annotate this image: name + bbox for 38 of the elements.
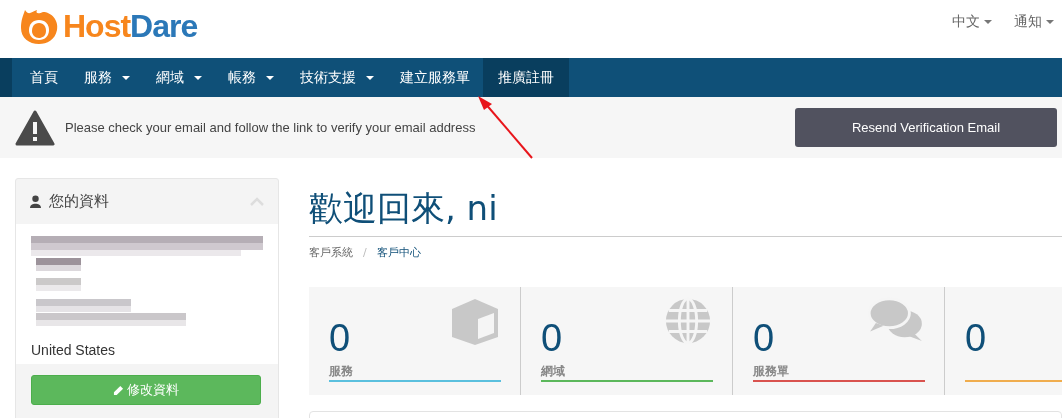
stat-count: 0	[541, 319, 563, 357]
stat-label: 服務單	[753, 363, 790, 380]
box-icon	[450, 297, 500, 347]
stat-label: 網域	[541, 363, 566, 380]
nav-item[interactable]: 服務	[71, 58, 143, 97]
alert-message: Please check your email and follow the link to verify your email address	[65, 120, 477, 135]
breadcrumb-link[interactable]: 客戶系統	[309, 245, 353, 260]
nav-item[interactable]: 帳務	[215, 58, 287, 97]
stat-count: 0	[965, 319, 987, 357]
nav-item[interactable]: 推廣註冊	[483, 58, 569, 97]
dropdown-link[interactable]: 通知	[1014, 13, 1054, 31]
stat-tile[interactable]: 0	[945, 287, 1062, 395]
dropdown-link[interactable]: 中文	[952, 13, 992, 31]
chat-icon	[868, 297, 924, 343]
welcome-heading: 歡迎回來, ni	[309, 186, 1062, 237]
nav-item[interactable]: 網域	[143, 58, 215, 97]
breadcrumb-link[interactable]: 客戶中心	[376, 245, 421, 260]
user-icon	[30, 195, 41, 208]
resend-button[interactable]: Resend Verification Email	[795, 108, 1057, 147]
annotation-arrow	[476, 96, 536, 160]
logo-text[interactable]: HostDare	[63, 7, 198, 45]
panel-title: 您的資料	[49, 192, 110, 211]
stat-tile[interactable]: 0 服務單	[733, 287, 945, 395]
pencil-icon	[113, 384, 124, 396]
warning-icon	[15, 109, 55, 146]
nav-item[interactable]: 技術支援	[287, 58, 387, 97]
stat-tile[interactable]: 0 網域	[521, 287, 733, 395]
stat-count: 0	[753, 319, 775, 357]
caret-icon	[1046, 20, 1054, 24]
caret-icon	[984, 20, 992, 24]
breadcrumb-separator: /	[363, 246, 367, 259]
globe-icon	[664, 297, 712, 345]
nav-item[interactable]: 建立服務單	[387, 58, 483, 97]
nav-item[interactable]: 首頁	[28, 58, 71, 97]
stat-tile[interactable]: 0 服務	[309, 287, 521, 395]
stat-label: 服務	[329, 363, 354, 380]
country-text: United States	[31, 342, 117, 358]
stat-count: 0	[329, 319, 351, 357]
